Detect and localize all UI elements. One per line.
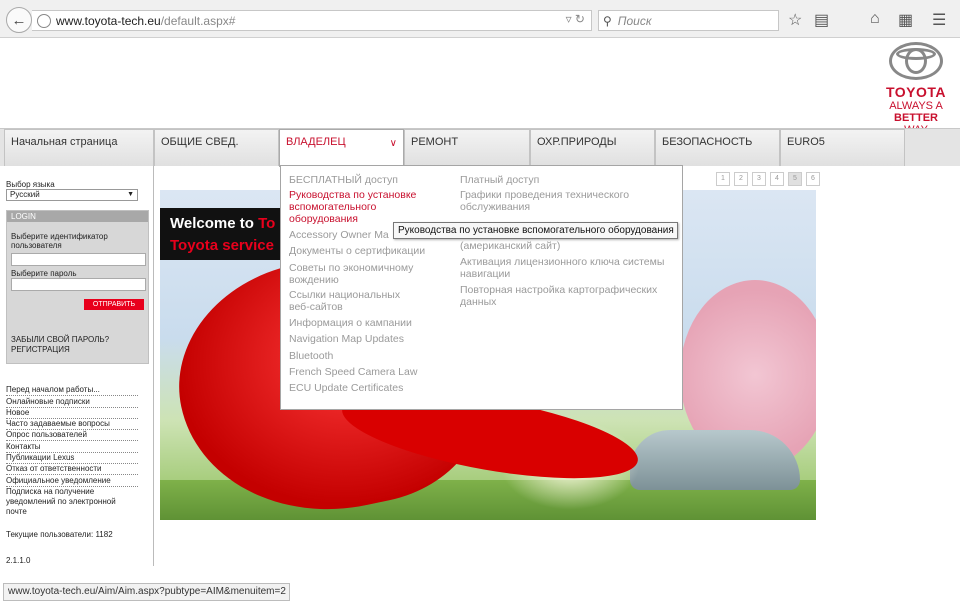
home-icon[interactable]: ⌂ — [870, 10, 880, 28]
tab-owner[interactable]: ВЛАДЕЛЕЦ ∨ — [279, 129, 404, 167]
back-button[interactable]: ← — [6, 7, 32, 33]
menu-item-national-sites[interactable]: Ссылки национальных веб-сайтов — [289, 289, 419, 313]
tab-euro5[interactable]: EURO5 — [780, 129, 905, 166]
sidebar-link[interactable]: Публикации Lexus — [6, 453, 138, 465]
page-link[interactable]: 1 — [716, 172, 730, 186]
username-field[interactable] — [11, 253, 146, 266]
menu-item-bluetooth[interactable]: Bluetooth — [289, 350, 449, 362]
page-link[interactable]: 3 — [752, 172, 766, 186]
forgot-password-link[interactable]: ЗАБЫЛИ СВОЙ ПАРОЛЬ? — [11, 335, 109, 345]
sidebar-link[interactable]: Новое — [6, 408, 138, 419]
version: 2.1.1.0 — [6, 556, 31, 565]
menu-icon[interactable]: ☰ — [932, 10, 946, 30]
globe-icon — [37, 13, 51, 28]
sidebar-link[interactable]: Официальное уведомление — [6, 475, 138, 487]
register-link[interactable]: РЕГИСТРАЦИЯ — [11, 345, 109, 355]
menu-item-campaign[interactable]: Информация о кампании — [289, 317, 449, 329]
reload-icon[interactable]: ▿ ↻ — [566, 12, 585, 26]
page-link[interactable]: 4 — [770, 172, 784, 186]
browser-toolbar: ← www.toyota-tech.eu/default.aspx# ▿ ↻ ⚲… — [0, 0, 960, 38]
menu-item-certification[interactable]: Документы о сертификации — [289, 245, 449, 257]
menu-item-eco-driving[interactable]: Советы по экономичному вождению — [289, 262, 429, 286]
sidebar: Выбор языка Русский ▼ LOGIN Выберите иде… — [0, 166, 154, 566]
url-host: www.toyota-tech.eu — [56, 13, 161, 28]
language-value: Русский — [10, 190, 40, 199]
menu-item-free-access: БЕСПЛАТНЫЙ доступ — [289, 174, 398, 186]
menu-item-accessory-install[interactable]: Руководства по установке вспомогательног… — [289, 189, 439, 225]
sidebar-link[interactable]: Подписка на получение уведомлений по эле… — [6, 487, 138, 517]
tooltip: Руководства по установке вспомогательног… — [393, 222, 678, 239]
url-path: /default.aspx# — [160, 13, 236, 28]
status-bar: www.toyota-tech.eu/Aim/Aim.aspx?pubtype=… — [3, 583, 290, 601]
toyota-emblem-icon — [889, 42, 943, 80]
username-label: Выберите идентификатор пользователя — [11, 232, 108, 250]
url-bar[interactable]: www.toyota-tech.eu/default.aspx# ▿ ↻ — [32, 10, 592, 31]
sidebar-link[interactable]: Часто задаваемые вопросы — [6, 419, 138, 431]
site-header: TOYOTA ALWAYS A BETTER WAY — [0, 38, 960, 136]
menu-item-ecu-certificates[interactable]: ECU Update Certificates — [289, 382, 449, 394]
bookmark-star-icon[interactable]: ☆ — [788, 10, 802, 30]
sidebar-link[interactable]: Отказ от ответственности — [6, 464, 138, 476]
tab-general[interactable]: ОБЩИЕ СВЕД. — [154, 129, 279, 166]
chevron-down-icon: ∨ — [389, 138, 397, 149]
menu-item-map-reset[interactable]: Повторная настройка картографических дан… — [460, 284, 680, 308]
dropdown-arrow-icon: ▼ — [127, 191, 134, 198]
menu-item-navigation-updates[interactable]: Navigation Map Updates — [289, 333, 449, 345]
owner-dropdown-menu: БЕСПЛАТНЫЙ доступ Руководства по установ… — [280, 165, 683, 410]
page-link-current[interactable]: 5 — [788, 172, 802, 186]
logo-word: TOYOTA — [885, 84, 947, 100]
sidebar-link[interactable]: Перед началом работы... — [6, 385, 138, 397]
page-link[interactable]: 6 — [806, 172, 820, 186]
dashboard-icon[interactable]: ▦ — [898, 10, 913, 30]
sidebar-link[interactable]: Онлайновые подписки — [6, 396, 138, 408]
page-link[interactable]: 2 — [734, 172, 748, 186]
menu-item-paid-access: Платный доступ — [460, 174, 540, 186]
menu-item-speed-camera[interactable]: French Speed Camera Law — [289, 366, 449, 378]
login-title: LOGIN — [7, 211, 148, 222]
logo-tagline: ALWAYS A — [889, 100, 943, 112]
menu-item-nav-license[interactable]: Активация лицензионного ключа системы на… — [460, 256, 680, 280]
search-input[interactable]: ⚲ Поиск — [598, 10, 779, 31]
password-field[interactable] — [11, 278, 146, 291]
submit-button[interactable]: ОТПРАВИТЬ — [84, 299, 144, 310]
tab-home[interactable]: Начальная страница — [4, 129, 154, 166]
car-image — [630, 430, 800, 490]
reading-list-icon[interactable]: ▤ — [814, 10, 829, 30]
login-box: LOGIN Выберите идентификатор пользовател… — [6, 210, 149, 364]
tab-safety[interactable]: БЕЗОПАСНОСТЬ — [655, 129, 780, 166]
sidebar-link[interactable]: Контакты — [6, 441, 138, 453]
login-links: ЗАБЫЛИ СВОЙ ПАРОЛЬ? РЕГИСТРАЦИЯ — [11, 335, 109, 355]
search-icon: ⚲ — [603, 13, 612, 28]
password-label: Выберите пароль — [11, 269, 77, 278]
tab-environment[interactable]: ОХР.ПРИРОДЫ — [530, 129, 655, 166]
language-label: Выбор языка — [6, 180, 55, 189]
language-select[interactable]: Русский ▼ — [6, 189, 138, 201]
menu-item-maintenance[interactable]: Графики проведения технического обслужив… — [460, 189, 660, 213]
pager: 1 2 3 4 5 6 — [716, 172, 820, 186]
sidebar-link[interactable]: Опрос пользователей — [6, 430, 138, 442]
menu-item-us-site[interactable]: (американский сайт) — [460, 240, 660, 252]
tab-owner-label: ВЛАДЕЛЕЦ — [286, 136, 346, 148]
tab-repair[interactable]: РЕМОНТ — [404, 129, 530, 166]
main-nav: Начальная страница ОБЩИЕ СВЕД. ВЛАДЕЛЕЦ … — [0, 128, 960, 167]
toyota-logo[interactable]: TOYOTA ALWAYS A BETTER WAY — [882, 42, 950, 136]
search-placeholder: Поиск — [617, 13, 652, 28]
sidebar-links: Перед началом работы... Онлайновые подпи… — [6, 385, 138, 517]
current-users: Текущие пользователи: 1182 — [6, 530, 113, 539]
